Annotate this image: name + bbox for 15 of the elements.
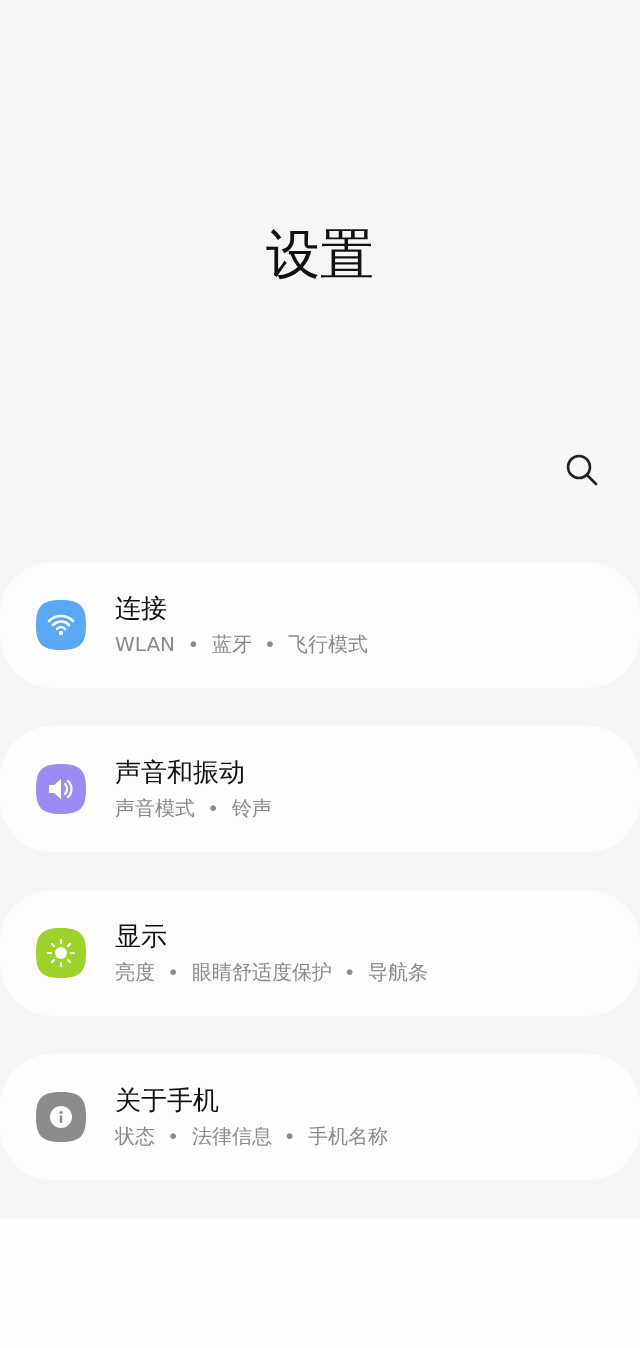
item-title: 关于手机 (115, 1085, 220, 1117)
item-title: 连接 (115, 593, 168, 625)
item-subtitle: 声音模式 • 铃声 (115, 794, 272, 821)
item-subtitle: 状态 • 法律信息 • 手机名称 (115, 1122, 389, 1149)
search-icon (565, 453, 599, 487)
item-subtitle: WLAN • 蓝牙 • 飞行模式 (115, 630, 369, 657)
search-button[interactable] (564, 452, 600, 488)
item-title: 声音和振动 (115, 757, 246, 789)
settings-item[interactable]: 声音和振动 声音模式 • 铃声 (0, 726, 640, 852)
settings-item[interactable]: 关于手机 状态 • 法律信息 • 手机名称 (0, 1054, 640, 1180)
settings-item[interactable]: 连接 WLAN • 蓝牙 • 飞行模式 (0, 562, 640, 688)
item-subtitle: 亮度 • 眼睛舒适度保护 • 导航条 (115, 958, 429, 985)
settings-item[interactable]: 显示 亮度 • 眼睛舒适度保护 • 导航条 (0, 890, 640, 1016)
item-title: 显示 (115, 921, 168, 953)
page-title: 设置 (266, 228, 374, 282)
